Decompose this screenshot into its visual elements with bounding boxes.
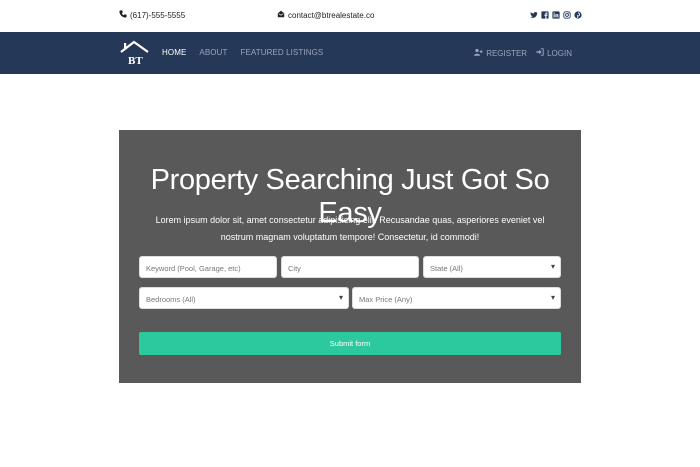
twitter-icon[interactable] <box>530 10 538 19</box>
social-links <box>530 10 582 19</box>
email-contact: contact@btrealestate.co <box>277 10 374 20</box>
submit-button[interactable]: Submit form <box>139 332 561 355</box>
city-placeholder: City <box>288 264 301 273</box>
phone-number: (617)-555-5555 <box>130 10 186 20</box>
nav-link-about[interactable]: ABOUT <box>199 48 227 57</box>
user-plus-icon <box>474 48 483 58</box>
search-lead-text: Lorem ipsum dolor sit, amet consectetur … <box>155 215 545 242</box>
phone-icon <box>119 10 127 20</box>
house-logo-icon: BT <box>120 40 149 67</box>
logo[interactable]: BT <box>119 40 151 67</box>
max-price-select[interactable]: Max Price (Any) <box>352 287 561 309</box>
keyword-placeholder: Keyword (Pool, Garage, etc) <box>146 264 241 273</box>
logo-text: BT <box>128 55 143 66</box>
main-navbar: BT HOME ABOUT FEATURED LISTINGS REGISTER… <box>0 32 700 74</box>
login-link[interactable]: LOGIN <box>536 48 572 58</box>
linkedin-icon[interactable] <box>552 10 560 19</box>
facebook-icon[interactable] <box>541 10 549 19</box>
instagram-icon[interactable] <box>563 10 571 19</box>
state-select[interactable]: State (All) <box>423 256 561 278</box>
search-panel: Property Searching Just Got So Easy Lore… <box>119 130 581 383</box>
register-link[interactable]: REGISTER <box>474 48 527 58</box>
top-contact-bar: (617)-555-5555 contact@btrealestate.co <box>0 0 700 32</box>
login-label: LOGIN <box>547 48 572 58</box>
pinterest-icon[interactable] <box>574 10 582 19</box>
register-label: REGISTER <box>486 48 528 58</box>
nav-links: HOME ABOUT FEATURED LISTINGS <box>162 48 323 57</box>
email-address: contact@btrealestate.co <box>288 10 375 20</box>
bedrooms-selected-value: Bedrooms (All) <box>146 295 196 304</box>
sign-in-icon <box>536 48 544 58</box>
auth-links: REGISTER LOGIN <box>474 48 572 58</box>
phone-contact: (617)-555-5555 <box>119 10 185 20</box>
envelope-icon <box>277 10 285 20</box>
nav-link-home[interactable]: HOME <box>162 48 186 57</box>
city-input[interactable]: City <box>281 256 419 278</box>
max-price-selected-value: Max Price (Any) <box>359 295 413 304</box>
bedrooms-select[interactable]: Bedrooms (All) <box>139 287 349 309</box>
state-selected-value: State (All) <box>430 264 463 273</box>
nav-link-featured-listings[interactable]: FEATURED LISTINGS <box>240 48 323 57</box>
keyword-input[interactable]: Keyword (Pool, Garage, etc) <box>139 256 277 278</box>
